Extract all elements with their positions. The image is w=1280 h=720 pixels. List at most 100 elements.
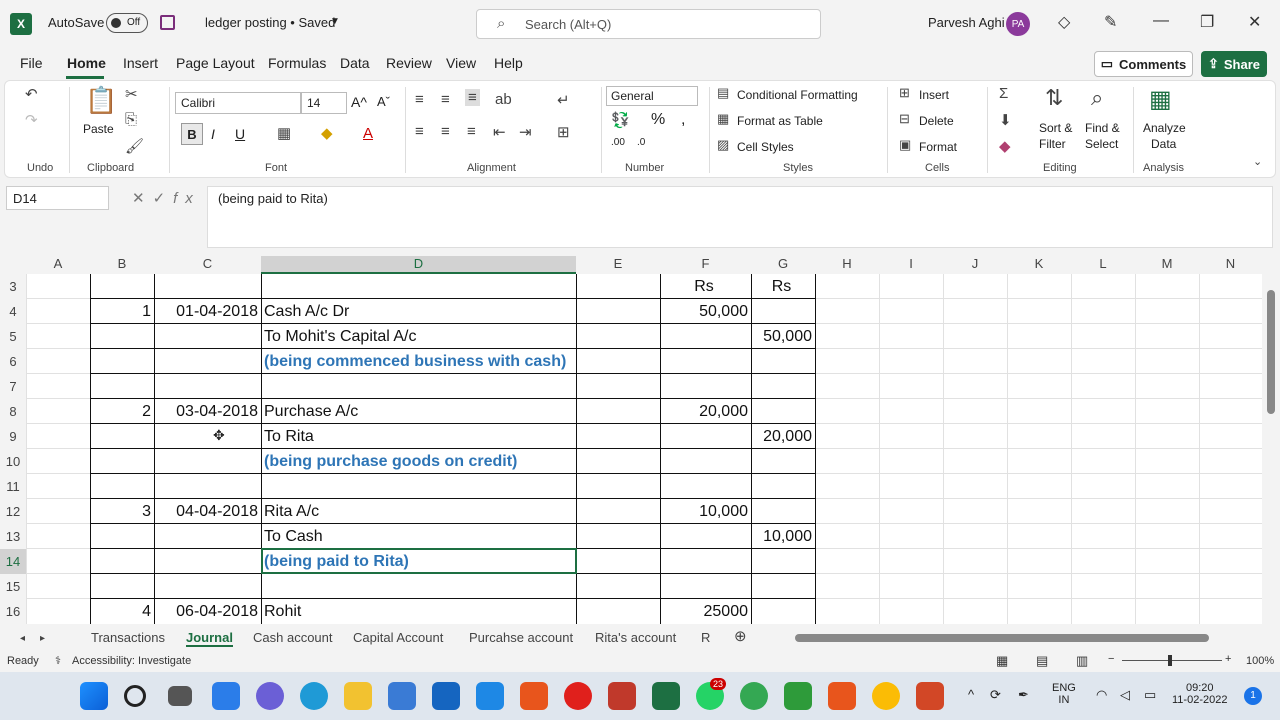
cell-c8[interactable]: 03-04-2018 <box>154 399 261 424</box>
tab-ritas-account[interactable]: Rita's account <box>595 630 676 645</box>
cell-c4[interactable]: 01-04-2018 <box>154 299 261 324</box>
column-header-h[interactable]: H <box>815 256 879 274</box>
menu-file[interactable]: File <box>20 55 43 71</box>
column-header-l[interactable]: L <box>1071 256 1135 274</box>
user-name[interactable]: Parvesh Aghi <box>928 15 1005 30</box>
cell-f3[interactable]: Rs <box>660 274 751 299</box>
find-select-label-2[interactable]: Select <box>1085 137 1118 151</box>
italic-button[interactable]: I <box>211 126 215 142</box>
align-top-icon[interactable]: ≡ <box>415 91 424 108</box>
cell-b12[interactable]: 3 <box>90 499 154 524</box>
chrome-profile-icon[interactable] <box>740 682 768 710</box>
row-header[interactable]: 8 <box>0 399 26 424</box>
fill-icon[interactable]: ⬇ <box>999 111 1012 129</box>
accessibility-status[interactable]: Accessibility: Investigate <box>72 655 191 667</box>
menu-review[interactable]: Review <box>386 55 432 71</box>
teams-chat-icon[interactable] <box>256 682 284 710</box>
zoom-level[interactable]: 100% <box>1246 655 1274 667</box>
battery-icon[interactable]: ▭ <box>1144 687 1156 703</box>
opera-icon[interactable] <box>564 682 592 710</box>
share-button[interactable]: ⇪ Share <box>1201 51 1267 77</box>
number-format-select[interactable]: General <box>606 86 698 106</box>
cell-d5[interactable]: To Mohit's Capital A/c <box>264 324 416 349</box>
underline-button[interactable]: U <box>235 126 245 142</box>
cell-d13[interactable]: To Cash <box>264 524 323 549</box>
app-c-green-icon[interactable] <box>784 682 812 710</box>
restore-icon[interactable]: ❐ <box>1200 12 1214 32</box>
collapse-ribbon-icon[interactable]: ⌄ <box>1253 155 1262 168</box>
zoom-slider-thumb[interactable] <box>1168 655 1172 666</box>
tray-pen-icon[interactable]: ✒ <box>1018 687 1029 703</box>
borders-icon[interactable]: ▦ <box>277 124 291 142</box>
row-header[interactable]: 5 <box>0 324 26 349</box>
add-sheet-icon[interactable]: ⊕ <box>734 627 747 645</box>
cell-d4[interactable]: Cash A/c Dr <box>264 299 349 324</box>
row-header[interactable]: 13 <box>0 524 26 549</box>
pen-icon[interactable]: ✎ <box>1104 12 1117 32</box>
autosum-icon[interactable]: Σ <box>999 85 1008 102</box>
wrap-text-icon[interactable]: ↵ <box>557 91 570 109</box>
tab-purchase-account[interactable]: Purcahse account <box>469 630 573 645</box>
document-title[interactable]: ledger posting • Saved <box>205 15 335 30</box>
menu-help[interactable]: Help <box>494 55 523 71</box>
file-explorer-icon[interactable] <box>344 682 372 710</box>
percent-icon[interactable]: % <box>651 111 665 129</box>
tab-truncated[interactable]: R <box>701 630 710 645</box>
menu-data[interactable]: Data <box>340 55 370 71</box>
align-right-icon[interactable]: ≡ <box>467 123 476 140</box>
cell-d10[interactable]: (being purchase goods on credit) <box>264 449 517 474</box>
analyze-data-label[interactable]: Analyze <box>1143 121 1186 135</box>
cell-b8[interactable]: 2 <box>90 399 154 424</box>
tab-journal[interactable]: Journal <box>186 630 233 647</box>
cell-g5[interactable]: 50,000 <box>751 324 815 349</box>
menu-home[interactable]: Home <box>67 55 106 71</box>
cell-g13[interactable]: 10,000 <box>751 524 815 549</box>
row-header[interactable]: 11 <box>0 474 26 499</box>
tab-scroll-left-icon[interactable]: ◂ <box>20 633 25 644</box>
search-input[interactable]: ⌕ Search (Alt+Q) <box>476 9 821 39</box>
page-break-view-icon[interactable]: ▥ <box>1076 653 1088 669</box>
menu-insert[interactable]: Insert <box>123 55 158 71</box>
font-color-icon[interactable]: A <box>363 125 373 142</box>
comma-style-icon[interactable]: , <box>681 111 685 129</box>
analyze-data-label-2[interactable]: Data <box>1151 137 1176 151</box>
cell-f8[interactable]: 20,000 <box>660 399 751 424</box>
cell-d14[interactable]: (being paid to Rita) <box>264 549 409 574</box>
column-header-e[interactable]: E <box>576 256 660 274</box>
row-header[interactable]: 12 <box>0 499 26 524</box>
cell-b16[interactable]: 4 <box>90 599 154 624</box>
cell-g3[interactable]: Rs <box>751 274 815 299</box>
align-left-icon[interactable]: ≡ <box>415 123 424 140</box>
align-middle-icon[interactable]: ≡ <box>441 91 450 108</box>
excel-taskbar-icon[interactable] <box>652 682 680 710</box>
column-header-c[interactable]: C <box>154 256 261 274</box>
increase-font-icon[interactable]: A^ <box>351 94 367 110</box>
cell-f16[interactable]: 25000 <box>660 599 751 624</box>
insert-cells-button[interactable]: Insert <box>919 88 949 102</box>
conditional-formatting-button[interactable]: Conditional Formatting <box>737 88 858 102</box>
column-header-k[interactable]: K <box>1007 256 1071 274</box>
widgets-icon[interactable] <box>212 682 240 710</box>
menu-page-layout[interactable]: Page Layout <box>176 55 255 71</box>
redo-icon[interactable]: ↷ <box>25 111 38 129</box>
row-header[interactable]: 6 <box>0 349 26 374</box>
save-icon[interactable] <box>160 15 175 30</box>
fill-color-icon[interactable]: ◆ <box>321 124 333 142</box>
format-painter-icon[interactable]: 🖌 <box>125 137 144 155</box>
notification-badge[interactable]: 1 <box>1244 687 1262 705</box>
normal-view-icon[interactable]: ▦ <box>996 653 1008 669</box>
align-bottom-icon[interactable]: ≡ <box>465 89 480 106</box>
horizontal-scroll-thumb[interactable] <box>795 634 1209 642</box>
minimize-icon[interactable]: — <box>1153 12 1169 30</box>
avatar[interactable]: PA <box>1006 12 1030 36</box>
row-header[interactable]: 7 <box>0 374 26 399</box>
wifi-icon[interactable]: ◠ <box>1096 687 1107 703</box>
zoom-out-icon[interactable]: − <box>1108 653 1114 665</box>
cell-styles-button[interactable]: Cell Styles <box>737 140 794 154</box>
powerpoint-icon[interactable] <box>916 682 944 710</box>
row-header[interactable]: 16 <box>0 599 26 624</box>
menu-view[interactable]: View <box>446 55 476 71</box>
mail-icon[interactable] <box>432 682 460 710</box>
sort-filter-label[interactable]: Sort & <box>1039 121 1072 135</box>
row-header[interactable]: 4 <box>0 299 26 324</box>
